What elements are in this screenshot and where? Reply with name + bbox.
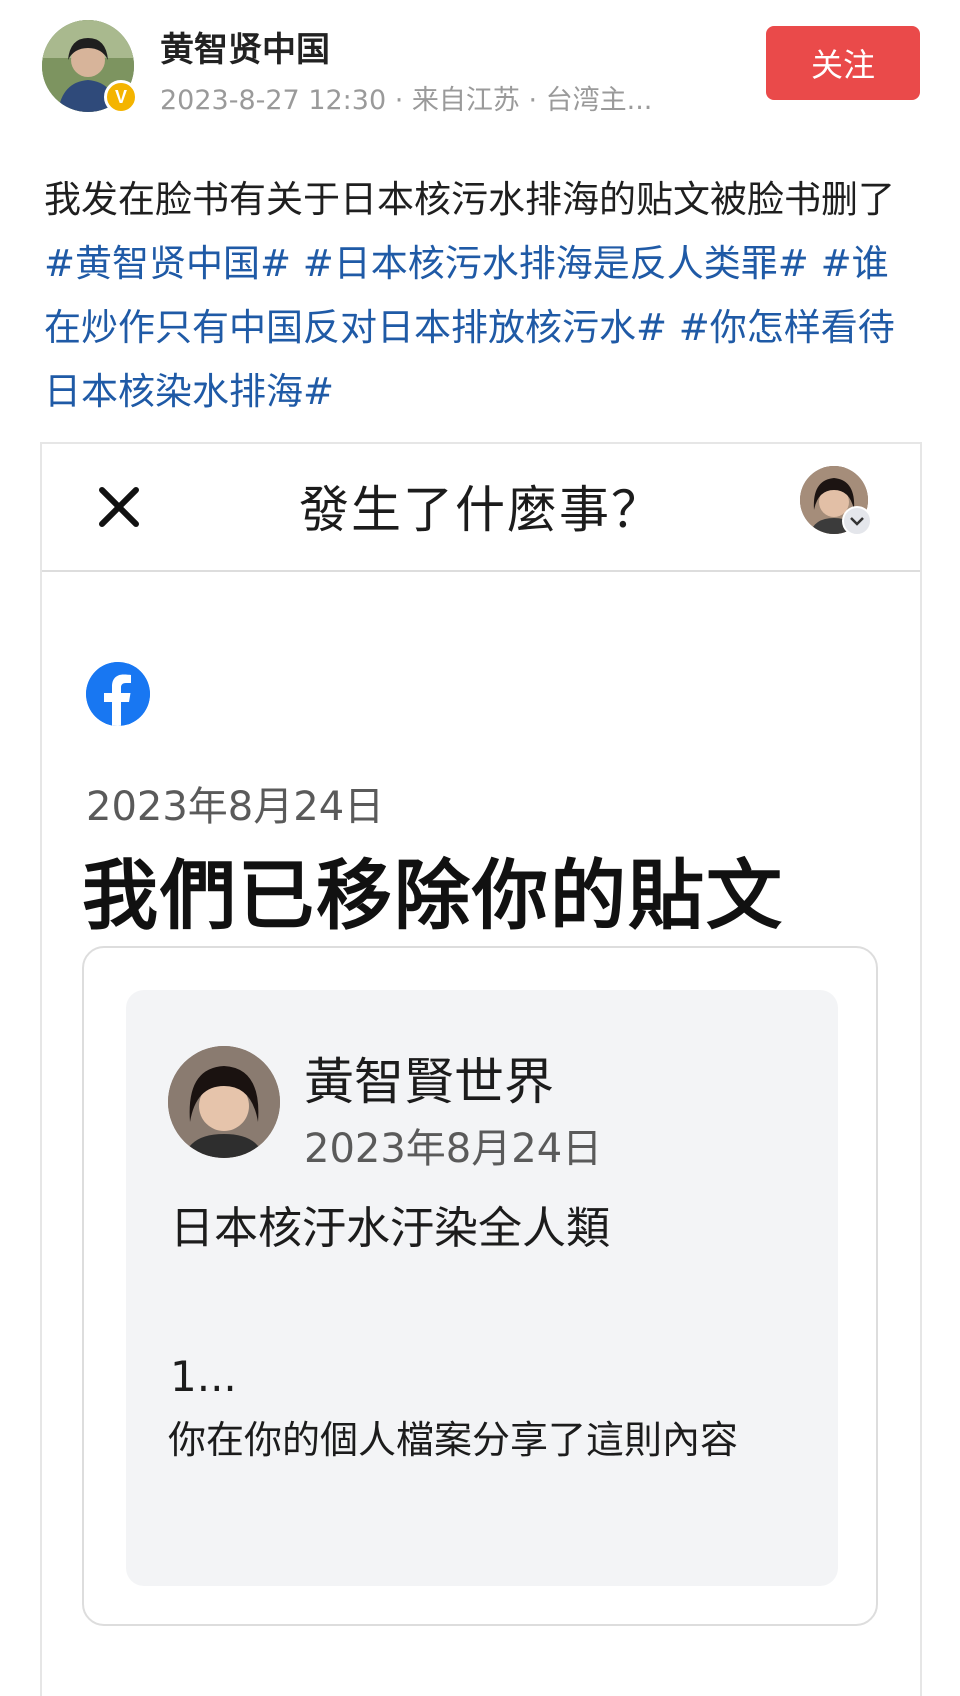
share-note: 你在你的個人檔案分享了這則內容 xyxy=(168,1418,739,1462)
hashtag-link[interactable]: #黄智贤中国# xyxy=(44,242,291,285)
author-avatar-wrap[interactable]: V xyxy=(42,20,138,114)
fb-top-bar: 發生了什麼事？ xyxy=(42,444,920,572)
removal-headline: 我們已移除你的貼文 xyxy=(82,851,784,940)
verified-badge-icon: V xyxy=(104,80,138,114)
page-name: 黃智賢世界 xyxy=(304,1053,554,1111)
removed-post-text: 日本核汙水汙染全人類 xyxy=(170,1203,610,1254)
page-avatar xyxy=(168,1046,280,1158)
author-name[interactable]: 黄智贤中国 xyxy=(160,22,330,71)
facebook-logo-icon xyxy=(86,662,150,726)
post-date: 2023年8月24日 xyxy=(304,1126,603,1172)
truncated-text: 1... xyxy=(170,1352,237,1401)
chevron-down-icon[interactable] xyxy=(842,506,872,536)
removed-post-preview[interactable]: 黃智賢世界 2023年8月24日 日本核汙水汙染全人類 1... 你在你的個人檔… xyxy=(126,990,838,1586)
fb-dialog-title: 發生了什麼事？ xyxy=(299,481,663,539)
removed-post-card: 黃智賢世界 2023年8月24日 日本核汙水汙染全人類 1... 你在你的個人檔… xyxy=(82,946,878,1626)
post-meta: 2023-8-27 12:30 · 来自江苏 · 台湾主... xyxy=(160,85,653,116)
hashtag-link[interactable]: #日本核污水排海是反人类罪# xyxy=(303,242,809,285)
follow-button[interactable]: 关注 xyxy=(766,26,920,100)
embedded-screenshot[interactable]: 發生了什麼事？ 2023年8月24日 我們已移除你的貼文 黃智賢世界 2023年… xyxy=(40,442,922,1696)
post-text: 我发在脸书有关于日本核污水排海的贴文被脸书删了 xyxy=(44,178,895,221)
post-header: V 黄智贤中国 2023-8-27 12:30 · 来自江苏 · 台湾主... … xyxy=(0,0,960,140)
post-body: 我发在脸书有关于日本核污水排海的贴文被脸书删了 #黄智贤中国# #日本核污水排海是… xyxy=(44,168,924,424)
removal-date: 2023年8月24日 xyxy=(86,784,385,830)
